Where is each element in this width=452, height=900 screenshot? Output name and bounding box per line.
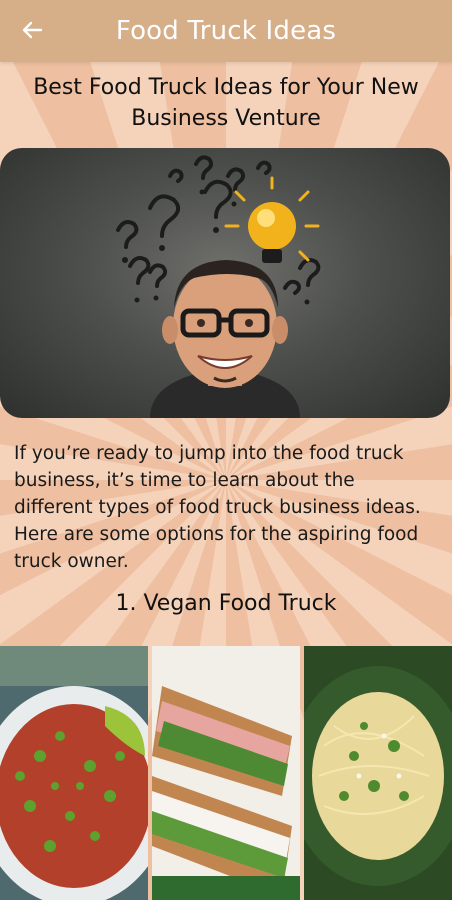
vegetable-sandwich-photo[interactable] — [152, 646, 300, 900]
pasta-with-herbs-photo[interactable] — [304, 646, 452, 900]
article-headline: Best Food Truck Ideas for Your New Busin… — [33, 75, 419, 131]
photo-gallery — [0, 646, 452, 900]
app-title: Food Truck Ideas — [115, 16, 337, 46]
section-title-vegan: 1. Vegan Food Truck — [115, 591, 337, 616]
hero-image — [0, 148, 450, 418]
intro-paragraph: If you’re ready to jump into the food tr… — [14, 443, 421, 572]
back-button[interactable] — [14, 14, 50, 46]
thinking-man-illustration — [116, 155, 321, 418]
arrow-left-icon — [22, 21, 43, 39]
article-content: Best Food Truck Ideas for Your New Busin… — [0, 62, 452, 616]
app-bar: Food Truck Ideas — [0, 0, 452, 62]
vegan-salad-bowl-photo[interactable] — [0, 646, 148, 900]
